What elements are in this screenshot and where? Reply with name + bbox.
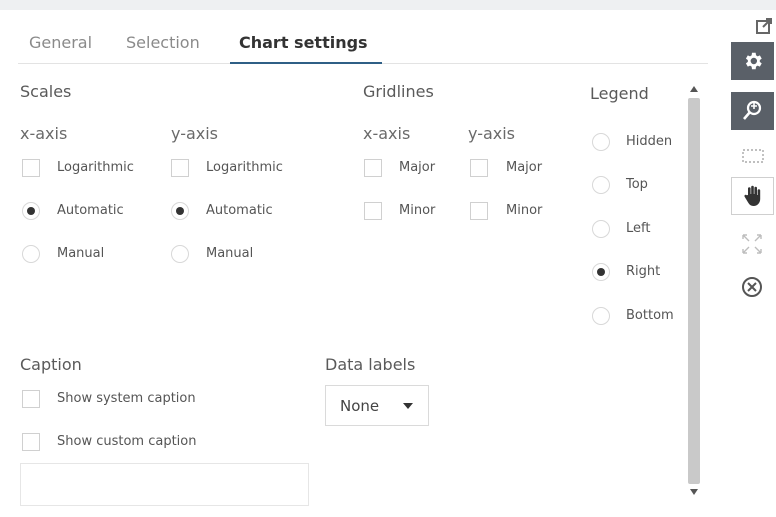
- scroll-up-arrow-icon[interactable]: [690, 86, 698, 92]
- y-major-label: Major: [506, 160, 543, 175]
- zoom-button[interactable]: [731, 92, 774, 130]
- settings-button[interactable]: [731, 42, 774, 80]
- legend-right-radio[interactable]: [592, 263, 610, 281]
- show-custom-caption-label: Show custom caption: [57, 434, 197, 449]
- show-system-caption-checkbox[interactable]: [22, 390, 40, 408]
- gridlines-x-axis-label: x-axis: [363, 124, 411, 143]
- legend-hidden-radio[interactable]: [592, 133, 610, 151]
- x-manual-radio[interactable]: [22, 245, 40, 263]
- legend-left-radio[interactable]: [592, 220, 610, 238]
- chart-toolbar: [722, 10, 776, 517]
- x-logarithmic-checkbox[interactable]: [22, 159, 40, 177]
- marquee-select-button[interactable]: [731, 137, 774, 175]
- scales-y-axis-label: y-axis: [171, 124, 219, 143]
- caret-down-icon: [403, 403, 413, 409]
- popout-icon[interactable]: [755, 17, 773, 35]
- data-labels-heading: Data labels: [325, 355, 416, 374]
- legend-bottom-label: Bottom: [626, 308, 674, 323]
- x-minor-label: Minor: [399, 203, 436, 218]
- y-minor-label: Minor: [506, 203, 543, 218]
- x-automatic-radio[interactable]: [22, 202, 40, 220]
- legend-right-label: Right: [626, 264, 661, 279]
- data-labels-select[interactable]: None: [325, 385, 429, 426]
- pan-button[interactable]: [731, 177, 774, 215]
- caption-heading: Caption: [20, 355, 82, 374]
- tab-chart-settings[interactable]: Chart settings: [239, 33, 368, 52]
- scroll-down-arrow-icon[interactable]: [690, 489, 698, 495]
- expand-arrows-icon[interactable]: [740, 232, 764, 256]
- x-automatic-label: Automatic: [57, 203, 124, 218]
- x-minor-checkbox[interactable]: [364, 202, 382, 220]
- y-minor-checkbox[interactable]: [470, 202, 488, 220]
- close-circle-icon[interactable]: [741, 276, 763, 298]
- y-logarithmic-label: Logarithmic: [206, 160, 283, 175]
- gridlines-y-axis-label: y-axis: [468, 124, 516, 143]
- scales-x-axis-label: x-axis: [20, 124, 68, 143]
- legend-bottom-radio[interactable]: [592, 307, 610, 325]
- show-system-caption-label: Show system caption: [57, 391, 196, 406]
- scales-heading: Scales: [20, 82, 72, 101]
- y-manual-label: Manual: [206, 246, 254, 261]
- legend-top-radio[interactable]: [592, 176, 610, 194]
- legend-top-label: Top: [626, 177, 648, 192]
- scrollbar-thumb[interactable]: [688, 98, 700, 484]
- y-automatic-radio[interactable]: [171, 202, 189, 220]
- y-logarithmic-checkbox[interactable]: [171, 159, 189, 177]
- x-manual-label: Manual: [57, 246, 105, 261]
- y-automatic-label: Automatic: [206, 203, 273, 218]
- legend-heading: Legend: [590, 84, 649, 103]
- custom-caption-input[interactable]: [20, 463, 309, 506]
- x-major-checkbox[interactable]: [364, 159, 382, 177]
- legend-left-label: Left: [626, 221, 651, 236]
- tab-general[interactable]: General: [29, 33, 92, 52]
- data-labels-selected-value: None: [340, 397, 380, 415]
- y-major-checkbox[interactable]: [470, 159, 488, 177]
- active-tab-indicator: [230, 62, 382, 64]
- y-manual-radio[interactable]: [171, 245, 189, 263]
- x-logarithmic-label: Logarithmic: [57, 160, 134, 175]
- show-custom-caption-checkbox[interactable]: [22, 433, 40, 451]
- tab-selection[interactable]: Selection: [126, 33, 200, 52]
- legend-hidden-label: Hidden: [626, 134, 673, 149]
- gridlines-heading: Gridlines: [363, 82, 434, 101]
- top-strip: [0, 0, 776, 10]
- x-major-label: Major: [399, 160, 436, 175]
